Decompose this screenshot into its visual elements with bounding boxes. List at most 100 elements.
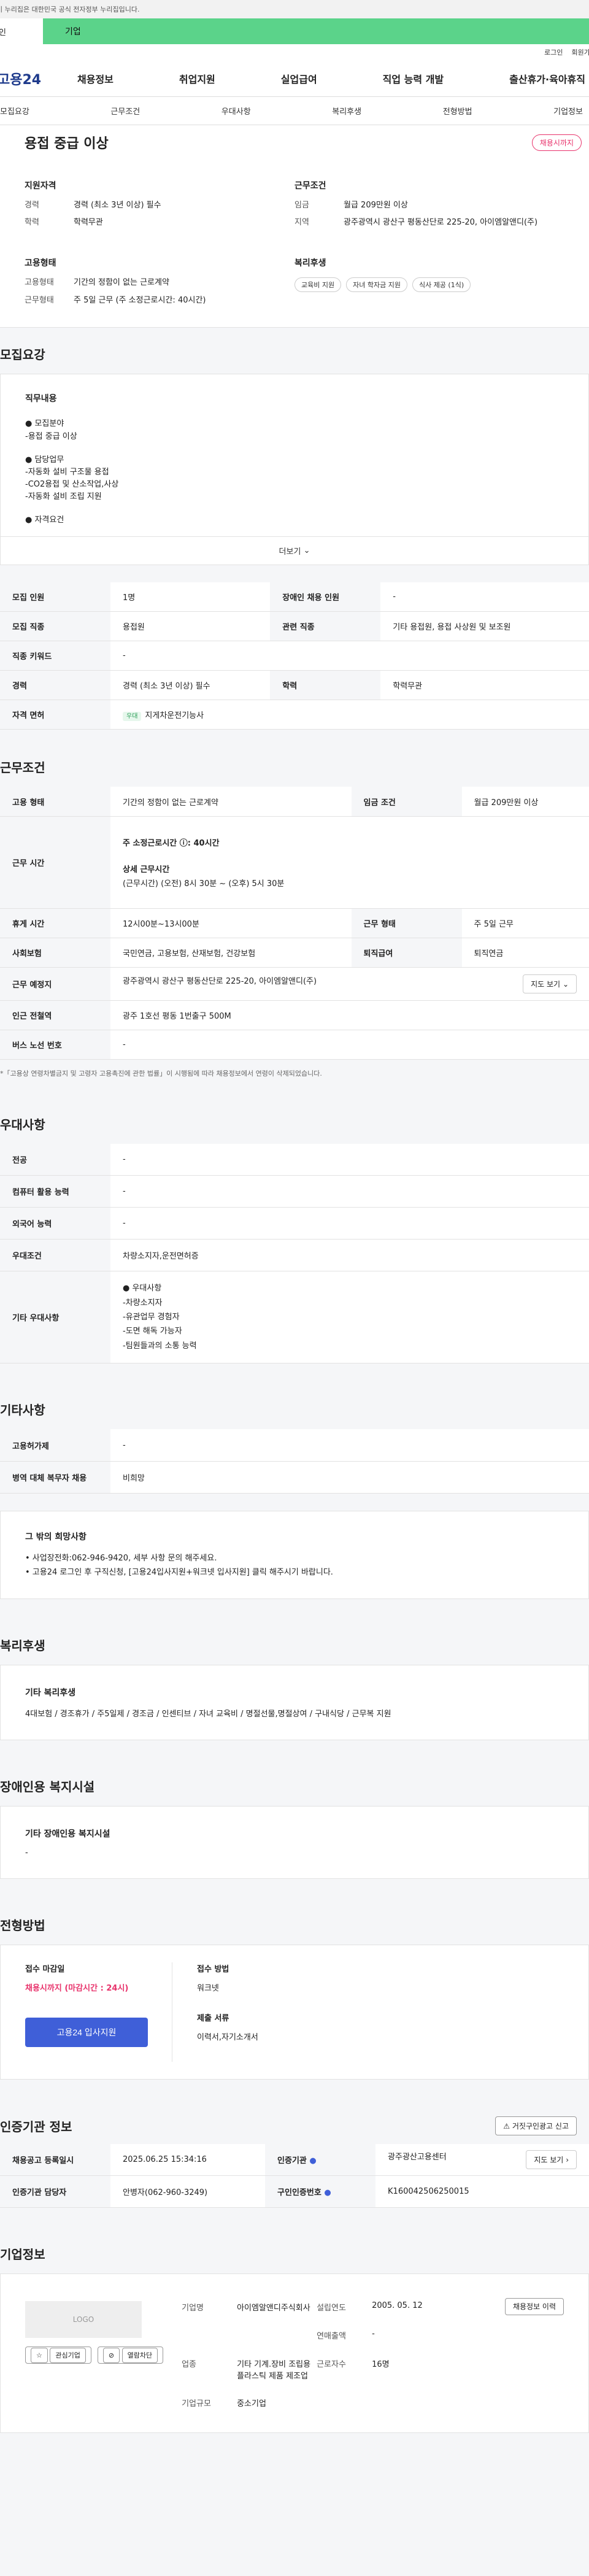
block-icon: ⊘ (102, 2348, 120, 2364)
keyword-value: - (110, 641, 589, 671)
shift-value: 주 5일 근무 (주 소정근로시간: 40시간) (74, 295, 206, 305)
docs-value: 이력서,자기소개서 (197, 2032, 258, 2042)
org-cell: 광주광산고용센터 지도 보기 › (375, 2143, 589, 2177)
gnb-item-parental-leave[interactable]: 출산휴가·육아휴직 (509, 71, 585, 86)
pref-etc-line: -유관업무 경험자 (123, 1313, 180, 1322)
preferred-badge: 우대 (123, 712, 142, 722)
tab-company[interactable]: 기업정보 (553, 105, 583, 117)
deadline-value: 채용시까지 (마감시간 : 24시) (25, 1983, 129, 1993)
tab-benefits[interactable]: 복리후생 (332, 105, 361, 117)
tab-recruit[interactable]: 모집요강 (0, 105, 29, 117)
recruit-table: 모집 인원 1명 장애인 채용 인원 - 모집 직종 용접원 관련 직종 기타 용접원, 용… (0, 582, 589, 730)
job-content-line: ● 모집분야 (25, 419, 64, 429)
company-info: 기업명 아이엠알앤디주식회사 설립연도 2005. 05. 12 연매출액 - 업종 기… (182, 2301, 464, 2418)
benefit-section-title: 복리후생 (0, 1638, 45, 1653)
recruit-content-box: 직무내용 ● 모집분야 -용접 중급 이상 ● 담당업무 -자동화 설비 구조물… (0, 373, 589, 565)
report-label: 거짓구인광고 신고 (512, 2121, 569, 2131)
hours-detail: (근무시간) (오전) 8시 30분 ~ (오후) 5시 30분 (123, 879, 285, 889)
sales-value: - (372, 2329, 375, 2339)
company-name-label: 기업명 (182, 2304, 204, 2313)
place-value: 광주광역시 광산구 평동산단로 225-20, 아이엠알앤디(주) (123, 976, 317, 986)
severance-value: 퇴직연금 (461, 938, 589, 968)
etc-box: 그 밖의 희망사항 • 사업장전화:062-946-9420, 세부 사항 문의… (0, 1510, 589, 1599)
more-button[interactable]: 더보기 ⌄ (1, 536, 588, 565)
language-label: 외국어 능력 (0, 1207, 110, 1240)
deadline-badge: 채용시까지 (531, 134, 582, 151)
tab-person[interactable]: 개인 (0, 18, 43, 44)
tab-selection[interactable]: 전형방법 (443, 105, 472, 117)
deadline-heading: 접수 마감일 (25, 1964, 65, 1974)
count-value: 1명 (110, 582, 271, 612)
gnb-item-unemployment-benefit[interactable]: 실업급여 (281, 71, 317, 86)
job-content-heading: 직무내용 (25, 393, 57, 404)
facility-box: 기타 장애인용 복지시설 - (0, 1805, 589, 1879)
block-button[interactable]: ⊘ 열람차단 (97, 2347, 164, 2364)
pref-table: 전공 - 컴퓨터 활용 능력 - 외국어 능력 - 우대조건 차량소지자,운전면허증 기… (0, 1143, 589, 1364)
history-button[interactable]: 채용정보 이력 (504, 2298, 564, 2316)
found-value: 2005. 05. 12 (372, 2301, 423, 2311)
agency-header: 인증기관 정보 ⚠ 거짓구인광고 신고 (0, 2080, 589, 2144)
tab-preferences[interactable]: 우대사항 (221, 105, 251, 117)
wage-label: 임금 조건 (351, 787, 462, 817)
hours-main: 주 소정근로시간 ⓘ: 40시간 (123, 838, 220, 848)
location-value: 광주광역시 광산구 평동산단로 225-20, 아이엠알앤디(주) (344, 218, 538, 228)
etc-heading: 그 밖의 희망사항 (25, 1532, 87, 1542)
apply-button[interactable]: 고용24 입사지원 (25, 2017, 148, 2047)
disabled-count-label: 장애인 채용 인원 (270, 582, 381, 612)
selection-section-title: 전형방법 (0, 1918, 45, 1933)
education-label: 학력 (270, 670, 381, 701)
map-button[interactable]: 지도 보기 ⌄ (523, 974, 577, 993)
found-label: 설립연도 (317, 2304, 346, 2313)
pref-etc-line: -팀원들과의 소통 능력 (123, 1341, 197, 1351)
bus-label: 버스 노선 번호 (0, 1030, 110, 1060)
place-label: 근무 예정지 (0, 967, 110, 1001)
pref-cond-value: 차량소지자,운전면허증 (110, 1239, 589, 1272)
insurance-label: 사회보험 (0, 938, 110, 968)
favorite-button[interactable]: ☆ 관심기업 (25, 2347, 91, 2364)
signup-link[interactable]: 회원가입 (572, 47, 589, 57)
report-button[interactable]: ⚠ 거짓구인광고 신고 (495, 2116, 577, 2135)
qualification-block: 지원자격 경력 경력 (최소 3년 이상) 필수 학력 학력무관 (25, 179, 294, 234)
agency-section-title: 인증기관 정보 (0, 2119, 72, 2134)
pay-label: 임금 (294, 201, 309, 210)
info-icon[interactable]: ● (324, 2188, 331, 2197)
company-section-title: 기업정보 (0, 2247, 45, 2262)
company-logo: LOGO (25, 2301, 142, 2339)
pref-etc-line: ● 우대사항 (123, 1284, 162, 1294)
reg-date-label: 채용공고 등록일시 (0, 2143, 110, 2177)
pref-etc-cell: ● 우대사항 -차량소지자 -유관업무 경험자 -도면 해독 가능자 -팀원들과… (110, 1271, 589, 1364)
military-value: 비희망 (110, 1461, 589, 1494)
industry-label: 업종 (182, 2359, 196, 2369)
disabled-count-value: - (380, 582, 589, 612)
org-map-button[interactable]: 지도 보기 › (526, 2150, 577, 2169)
count-label: 모집 인원 (0, 582, 110, 612)
info-icon[interactable]: ● (309, 2156, 316, 2165)
license-value: 지게차운전기능사 (145, 711, 204, 721)
pref-etc-label: 기타 우대사항 (0, 1271, 110, 1364)
org-label: 인증기관 ● (265, 2143, 376, 2177)
work-section-title: 근무조건 (0, 760, 45, 776)
size-label: 기업규모 (182, 2399, 211, 2409)
education-value: 학력무관 (380, 670, 589, 701)
gov-notice: 이 누리집은 대한민국 공식 전자정부 누리집입니다. (0, 6, 140, 13)
license-label: 자격 면허 (0, 700, 110, 730)
pref-cond-label: 우대조건 (0, 1239, 110, 1272)
utility-links: 로그인 회원가입 (0, 44, 589, 60)
tab-work-conditions[interactable]: 근무조건 (110, 105, 140, 117)
gnb-item-vocational-training[interactable]: 직업 능력 개발 (383, 71, 444, 86)
military-label: 병역 대체 복무자 채용 (0, 1461, 110, 1494)
gnb-item-jobs[interactable]: 채용정보 (77, 71, 114, 86)
gnb-item-employment-support[interactable]: 취업지원 (179, 71, 215, 86)
etc-line: • 사업장전화:062-946-9420, 세부 사항 문의 해주세요. (25, 1553, 217, 1563)
keyword-label: 직종 키워드 (0, 641, 110, 671)
agency-table: 채용공고 등록일시 2025.06.25 15:34:16 인증기관 ● 광주광산고용… (0, 2143, 589, 2208)
welfare-heading: 복리후생 (294, 258, 326, 269)
login-link[interactable]: 로그인 (544, 47, 563, 57)
career-label: 경력 (0, 670, 110, 701)
alert-icon: ⚠ (503, 2121, 510, 2131)
tab-business[interactable]: 기업 (43, 18, 589, 44)
pc-skill-label: 컴퓨터 활용 능력 (0, 1175, 110, 1208)
site-logo[interactable]: 고용24 (0, 69, 59, 88)
place-cell: 광주광역시 광산구 평동산단로 225-20, 아이엠알앤디(주) 지도 보기 ⌄ (110, 967, 589, 1001)
employment-block: 고용형태 고용형태 기간의 정함이 없는 근로계약 근무형태 주 5일 근무 (주 … (25, 256, 294, 312)
